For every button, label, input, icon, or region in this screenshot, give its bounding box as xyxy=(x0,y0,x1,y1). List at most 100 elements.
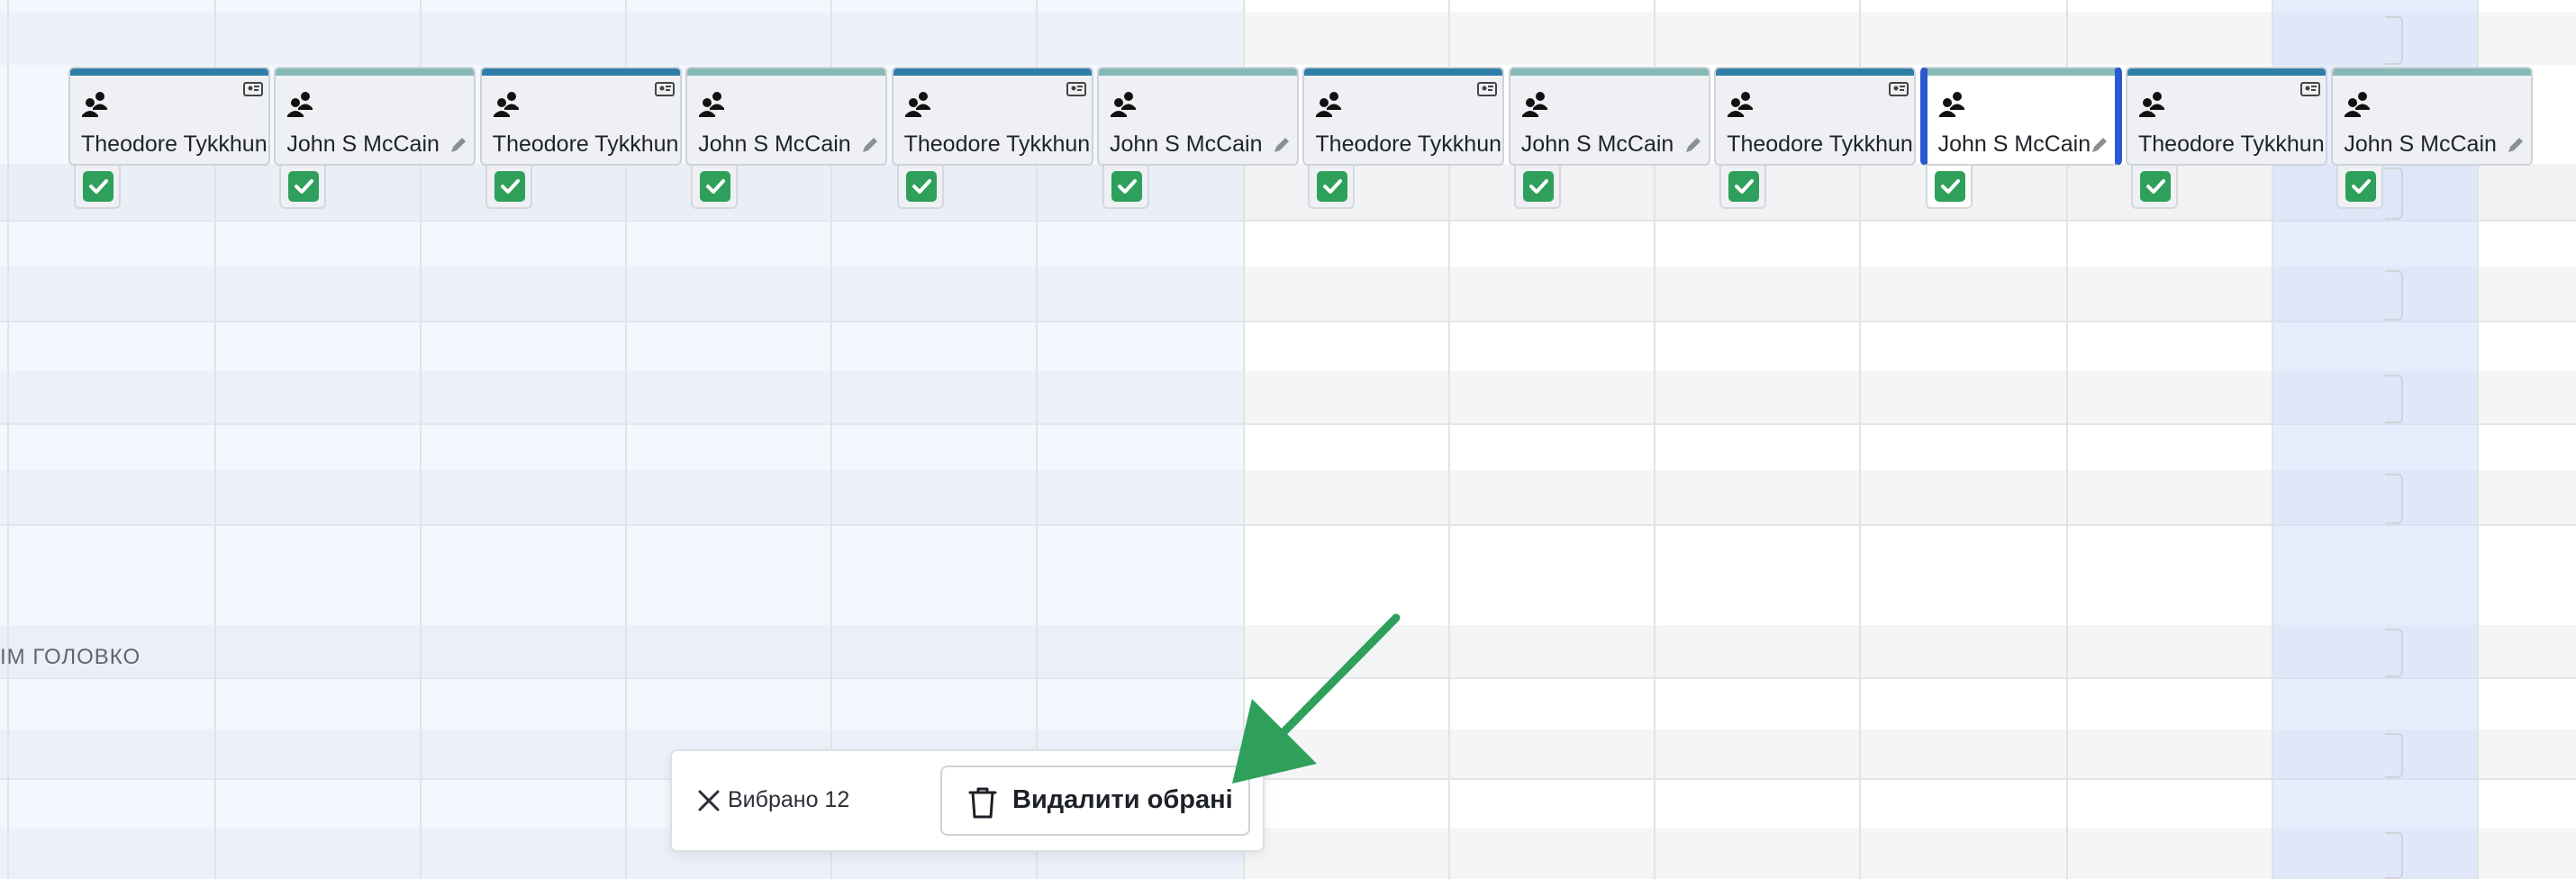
pencil-icon[interactable] xyxy=(1683,135,1703,155)
shift-card-accent xyxy=(893,68,1092,76)
row-end-cap xyxy=(2385,832,2403,879)
shift-card-accent xyxy=(1716,68,1915,76)
row-end-cap xyxy=(2385,474,2403,524)
checkmark-icon xyxy=(1317,171,1348,202)
checkmark-icon xyxy=(905,171,937,202)
shift-card-accent xyxy=(2333,68,2532,76)
shift-select-checkbox[interactable] xyxy=(279,166,327,209)
shift-select-checkbox[interactable] xyxy=(2336,166,2384,209)
shift-card[interactable]: John S McCain xyxy=(685,67,888,166)
shift-card-accent xyxy=(481,68,680,76)
shift-card[interactable]: John S McCain xyxy=(1919,67,2122,166)
checkmark-icon xyxy=(1934,171,1965,202)
shift-card-employee-name: Theodore Tykkhun xyxy=(81,131,268,157)
id-card-icon[interactable] xyxy=(243,79,263,99)
shift-card-employee-name: Theodore Tykkhun xyxy=(1315,131,1502,157)
row-end-cap xyxy=(2385,270,2403,321)
shift-select-checkbox[interactable] xyxy=(691,166,739,209)
shift-card-accent xyxy=(1099,68,1297,76)
shift-card-accent xyxy=(70,68,268,76)
clear-selection-button[interactable] xyxy=(695,787,722,814)
shift-card-employee-name: Theodore Tykkhun xyxy=(903,131,1091,157)
people-icon xyxy=(1521,90,1550,119)
delete-selected-label: Видалити обрані xyxy=(1012,785,1233,814)
shift-card-accent xyxy=(687,68,886,76)
group-label: ІМ ГОЛОВКО xyxy=(0,645,141,669)
pencil-icon[interactable] xyxy=(449,135,468,155)
shift-card-accent xyxy=(2127,68,2326,76)
shift-card-employee-name: John S McCain xyxy=(1937,131,2091,157)
trash-icon xyxy=(968,787,997,819)
shift-card-employee-name: John S McCain xyxy=(1520,131,1674,157)
checkmark-icon xyxy=(1728,171,1760,202)
checkmark-icon xyxy=(2140,171,2171,202)
shift-select-checkbox[interactable] xyxy=(1925,166,1973,209)
shift-card[interactable]: John S McCain xyxy=(2331,67,2534,166)
shift-card[interactable]: John S McCain xyxy=(1097,67,1299,166)
shift-card-employee-name: Theodore Tykkhun xyxy=(492,131,679,157)
shift-card[interactable]: John S McCain xyxy=(274,67,476,166)
id-card-icon[interactable] xyxy=(2300,79,2320,99)
row-end-cap xyxy=(2385,629,2403,677)
checkmark-icon xyxy=(700,171,731,202)
checkmark-icon xyxy=(1522,171,1554,202)
people-icon xyxy=(2138,90,2167,119)
pencil-icon[interactable] xyxy=(2090,135,2109,155)
people-icon xyxy=(493,90,522,119)
delete-selected-button[interactable]: Видалити обрані xyxy=(940,766,1250,836)
people-icon xyxy=(904,90,933,119)
checkmark-icon xyxy=(1111,171,1142,202)
shift-card-accent xyxy=(1927,68,2115,76)
checkmark-icon xyxy=(83,171,113,202)
id-card-icon[interactable] xyxy=(1477,79,1498,99)
pencil-icon[interactable] xyxy=(2506,135,2526,155)
grid-column-divider xyxy=(7,0,9,879)
people-icon xyxy=(1110,90,1138,119)
shift-select-checkbox[interactable] xyxy=(896,166,944,209)
shift-card[interactable]: Theodore Tykkhun xyxy=(479,67,682,166)
shift-select-checkbox[interactable] xyxy=(74,166,121,209)
id-card-icon[interactable] xyxy=(1066,79,1086,99)
checkmark-icon xyxy=(494,171,525,202)
shift-card-employee-name: Theodore Tykkhun xyxy=(1727,131,1913,157)
shift-card[interactable]: Theodore Tykkhun xyxy=(1714,67,1917,166)
shift-card[interactable]: Theodore Tykkhun xyxy=(2126,67,2327,166)
row-end-cap xyxy=(2385,168,2403,220)
shift-card[interactable]: Theodore Tykkhun xyxy=(68,67,270,166)
people-icon xyxy=(1938,90,1967,119)
shift-card-accent xyxy=(1510,68,1709,76)
row-end-cap xyxy=(2385,733,2403,778)
row-end-cap xyxy=(2385,375,2403,423)
shift-select-checkbox[interactable] xyxy=(485,166,532,209)
selection-action-bar: Вибрано 12 Видалити обрані xyxy=(670,749,1265,852)
shift-card-employee-name: John S McCain xyxy=(2344,131,2497,157)
pencil-icon[interactable] xyxy=(1272,135,1292,155)
shift-card[interactable]: John S McCain xyxy=(1508,67,1710,166)
row-end-cap xyxy=(2385,16,2403,65)
people-icon xyxy=(2344,90,2372,119)
id-card-icon[interactable] xyxy=(654,79,675,99)
shift-card[interactable]: Theodore Tykkhun xyxy=(891,67,1093,166)
shift-card-employee-name: John S McCain xyxy=(1110,131,1263,157)
shift-card-employee-name: John S McCain xyxy=(286,131,440,157)
id-card-icon[interactable] xyxy=(1889,79,1909,99)
shift-select-checkbox[interactable] xyxy=(1513,166,1561,209)
shift-select-checkbox[interactable] xyxy=(1308,166,1356,209)
shift-card-employee-name: Theodore Tykkhun xyxy=(2138,131,2325,157)
annotation-arrow-icon xyxy=(1232,613,1401,784)
shift-select-checkbox[interactable] xyxy=(1102,166,1149,209)
shift-card-accent xyxy=(276,68,475,76)
close-icon xyxy=(698,790,720,811)
shift-card-accent xyxy=(1304,68,1503,76)
shift-card[interactable]: Theodore Tykkhun xyxy=(1302,67,1505,166)
people-icon xyxy=(81,90,110,119)
shift-select-checkbox[interactable] xyxy=(2131,166,2178,209)
pencil-icon[interactable] xyxy=(860,135,880,155)
checkmark-icon xyxy=(2345,171,2377,202)
people-icon xyxy=(1727,90,1755,119)
shift-card-employee-name: John S McCain xyxy=(698,131,851,157)
people-icon xyxy=(698,90,727,119)
shift-select-checkbox[interactable] xyxy=(1719,166,1767,209)
people-icon xyxy=(286,90,315,119)
selected-count-label: Вибрано 12 xyxy=(728,787,850,812)
